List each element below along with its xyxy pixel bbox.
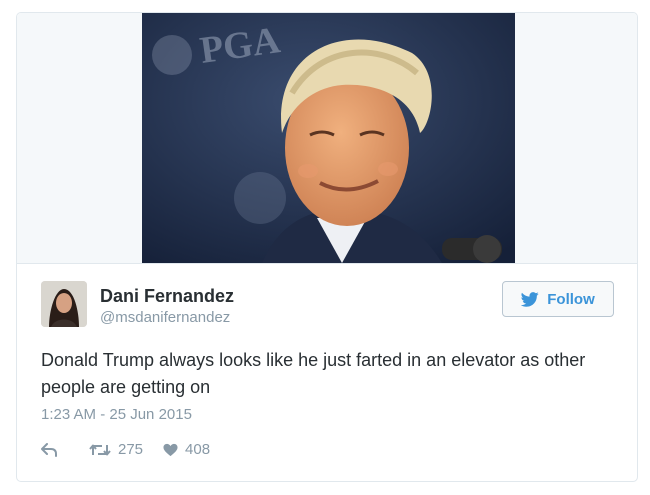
avatar-image	[41, 281, 87, 327]
follow-label: Follow	[547, 290, 595, 308]
reply-arrow-icon	[41, 442, 57, 457]
photo-image: PGA	[142, 13, 515, 263]
heart-icon	[163, 443, 178, 456]
avatar[interactable]	[41, 281, 87, 327]
retweet-count: 275	[118, 441, 144, 458]
retweet-icon	[89, 444, 111, 455]
tweet-timestamp[interactable]: 1:23 AM - 25 Jun 2015	[41, 406, 192, 423]
retweet-button[interactable]: 275	[89, 441, 143, 458]
author-handle[interactable]: @msdanifernandez	[100, 309, 230, 326]
follow-button[interactable]: Follow	[502, 281, 614, 317]
tweet-text: Donald Trump always looks like he just f…	[41, 350, 586, 397]
tweet-photo[interactable]: PGA	[142, 13, 515, 263]
author-name[interactable]: Dani Fernandez	[100, 286, 234, 307]
reply-button[interactable]	[41, 442, 57, 457]
tweet-card: PGA Dani Fernandez @msdanifernandez Foll…	[16, 12, 638, 482]
like-button[interactable]: 408	[163, 441, 210, 458]
twitter-bird-icon	[521, 291, 539, 307]
like-count: 408	[185, 441, 211, 458]
tweet-actions: 275 408	[41, 441, 210, 458]
tweet-media[interactable]: PGA	[17, 13, 637, 264]
